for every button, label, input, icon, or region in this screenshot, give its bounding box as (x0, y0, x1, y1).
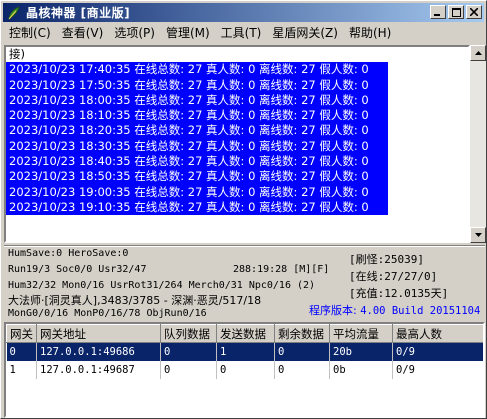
menu-tools[interactable]: 工具(T) (215, 24, 267, 43)
player-status: 大法师·[洞灵真人],3483/3785 - 深渊·恶灵/517/18 (8, 294, 262, 307)
scroll-up-button[interactable] (470, 45, 486, 61)
menu-manage[interactable]: 管理(M) (160, 24, 215, 43)
log-line: 2023/10/23 19:10:35 在线总数: 27 真人数: 0 离线数:… (6, 199, 388, 216)
table-cell: 0/9 (392, 360, 483, 379)
col-max-users[interactable]: 最高人数 (392, 324, 483, 343)
minimize-button[interactable] (430, 5, 446, 19)
col-gateway[interactable]: 网关 (6, 324, 37, 343)
log-line: 2023/10/23 17:40:35 在线总数: 27 真人数: 0 离线数:… (6, 62, 388, 78)
log-line: 接) (9, 47, 25, 61)
col-sent[interactable]: 发送数据 (216, 324, 275, 343)
arrow-up-icon (474, 51, 482, 55)
table-cell: 0/9 (392, 342, 483, 361)
col-queue[interactable]: 队列数据 (160, 324, 217, 343)
table-cell: 0 (6, 342, 37, 361)
main-window: 晶核神器 [商业版] 控制(C) 查看(V) 选项(P) 管理(M) 工具(T)… (0, 0, 487, 419)
table-cell: 127.0.0.1:49687 (36, 360, 161, 379)
version-label: 程序版本: (309, 304, 357, 317)
col-address[interactable]: 网关地址 (36, 324, 161, 343)
table-row[interactable]: 1 127.0.0.1:49687 0 0 0 0b 0/9 (6, 360, 483, 379)
close-icon (470, 8, 478, 16)
table-cell: 0 (160, 342, 217, 361)
log-line: 2023/10/23 18:20:35 在线总数: 27 真人数: 0 离线数:… (6, 123, 388, 139)
table-cell: 0 (216, 360, 275, 379)
refresh-count: [刷怪:25039] (349, 253, 424, 266)
table-cell: 1 (6, 360, 37, 379)
table-cell: 0 (274, 342, 330, 361)
log-line: 2023/10/23 19:00:35 在线总数: 27 真人数: 0 离线数:… (6, 184, 388, 200)
title-bar[interactable]: 晶核神器 [商业版] (3, 3, 484, 22)
table-cell: 1 (216, 342, 275, 361)
table-cell: 0b (329, 360, 393, 379)
recharge-days: [充值:12.0135天] (349, 287, 449, 300)
maximize-button[interactable] (448, 5, 464, 19)
log-line: 2023/10/23 18:00:35 在线总数: 27 真人数: 0 离线数:… (6, 92, 388, 109)
window-title: 晶核神器 [商业版] (26, 6, 131, 20)
divider (4, 245, 485, 247)
table-cell: 127.0.0.1:49686 (36, 342, 161, 361)
table-cell: 0 (160, 360, 217, 379)
menu-help[interactable]: 帮助(H) (343, 24, 396, 43)
gateway-table[interactable]: 网关 网关地址 队列数据 发送数据 剩余数据 平均流量 最高人数 0 127.0… (4, 322, 485, 418)
log-memo[interactable]: 接) 2023/10/23 17:40:35 在线总数: 27 真人数: 0 离… (4, 45, 470, 243)
mon-status: MonG0/0/16 MonP0/16/78 ObjRun0/16 (8, 308, 207, 319)
uptime-status: 288:19:28 [M][F] (233, 264, 330, 275)
hum-status: Hum32/32 Mon0/16 UsrRot31/264 Merch0/31 … (8, 280, 316, 291)
log-line: 2023/10/23 18:50:35 在线总数: 27 真人数: 0 离线数:… (6, 169, 388, 185)
log-line: 2023/10/23 18:40:35 在线总数: 27 真人数: 0 离线数:… (6, 154, 388, 170)
program-version: 程序版本: 4.00 Build 20151104 (309, 302, 480, 318)
arrow-down-icon (474, 233, 482, 237)
table-cell: 20b (329, 342, 393, 361)
menu-gateway[interactable]: 星盾网关(Z) (266, 24, 343, 43)
menu-control[interactable]: 控制(C) (3, 24, 56, 43)
minimize-icon (434, 14, 440, 16)
close-button[interactable] (466, 5, 482, 19)
menu-view[interactable]: 查看(V) (56, 24, 109, 43)
col-avg-traffic[interactable]: 平均流量 (329, 324, 393, 343)
col-remaining[interactable]: 剩余数据 (274, 324, 330, 343)
table-header: 网关 网关地址 队列数据 发送数据 剩余数据 平均流量 最高人数 (6, 324, 483, 343)
menu-options[interactable]: 选项(P) (108, 24, 160, 43)
log-line: 2023/10/23 18:30:35 在线总数: 27 真人数: 0 离线数:… (6, 138, 388, 155)
log-scrollbar[interactable] (470, 45, 486, 243)
scroll-down-button[interactable] (470, 227, 486, 243)
log-line: 2023/10/23 18:10:35 在线总数: 27 真人数: 0 离线数:… (6, 108, 388, 124)
status-panel: HumSave:0 HeroSave:0 Run19/3 Soc0/0 Usr3… (4, 245, 485, 321)
table-cell: 0 (274, 360, 330, 379)
menu-bar: 控制(C) 查看(V) 选项(P) 管理(M) 工具(T) 星盾网关(Z) 帮助… (3, 24, 484, 43)
run-status: Run19/3 Soc0/0 Usr32/47 (8, 264, 147, 275)
version-value: 4.00 Build 20151104 (360, 305, 481, 317)
maximize-icon (451, 7, 461, 17)
app-leaf-icon (8, 5, 20, 20)
save-status: HumSave:0 HeroSave:0 (8, 248, 129, 259)
online-count: [在线:27/27/0] (349, 270, 438, 283)
table-row[interactable]: 0 127.0.0.1:49686 0 1 0 20b 0/9 (6, 342, 483, 361)
log-line: 2023/10/23 17:50:35 在线总数: 27 真人数: 0 离线数:… (6, 77, 388, 93)
